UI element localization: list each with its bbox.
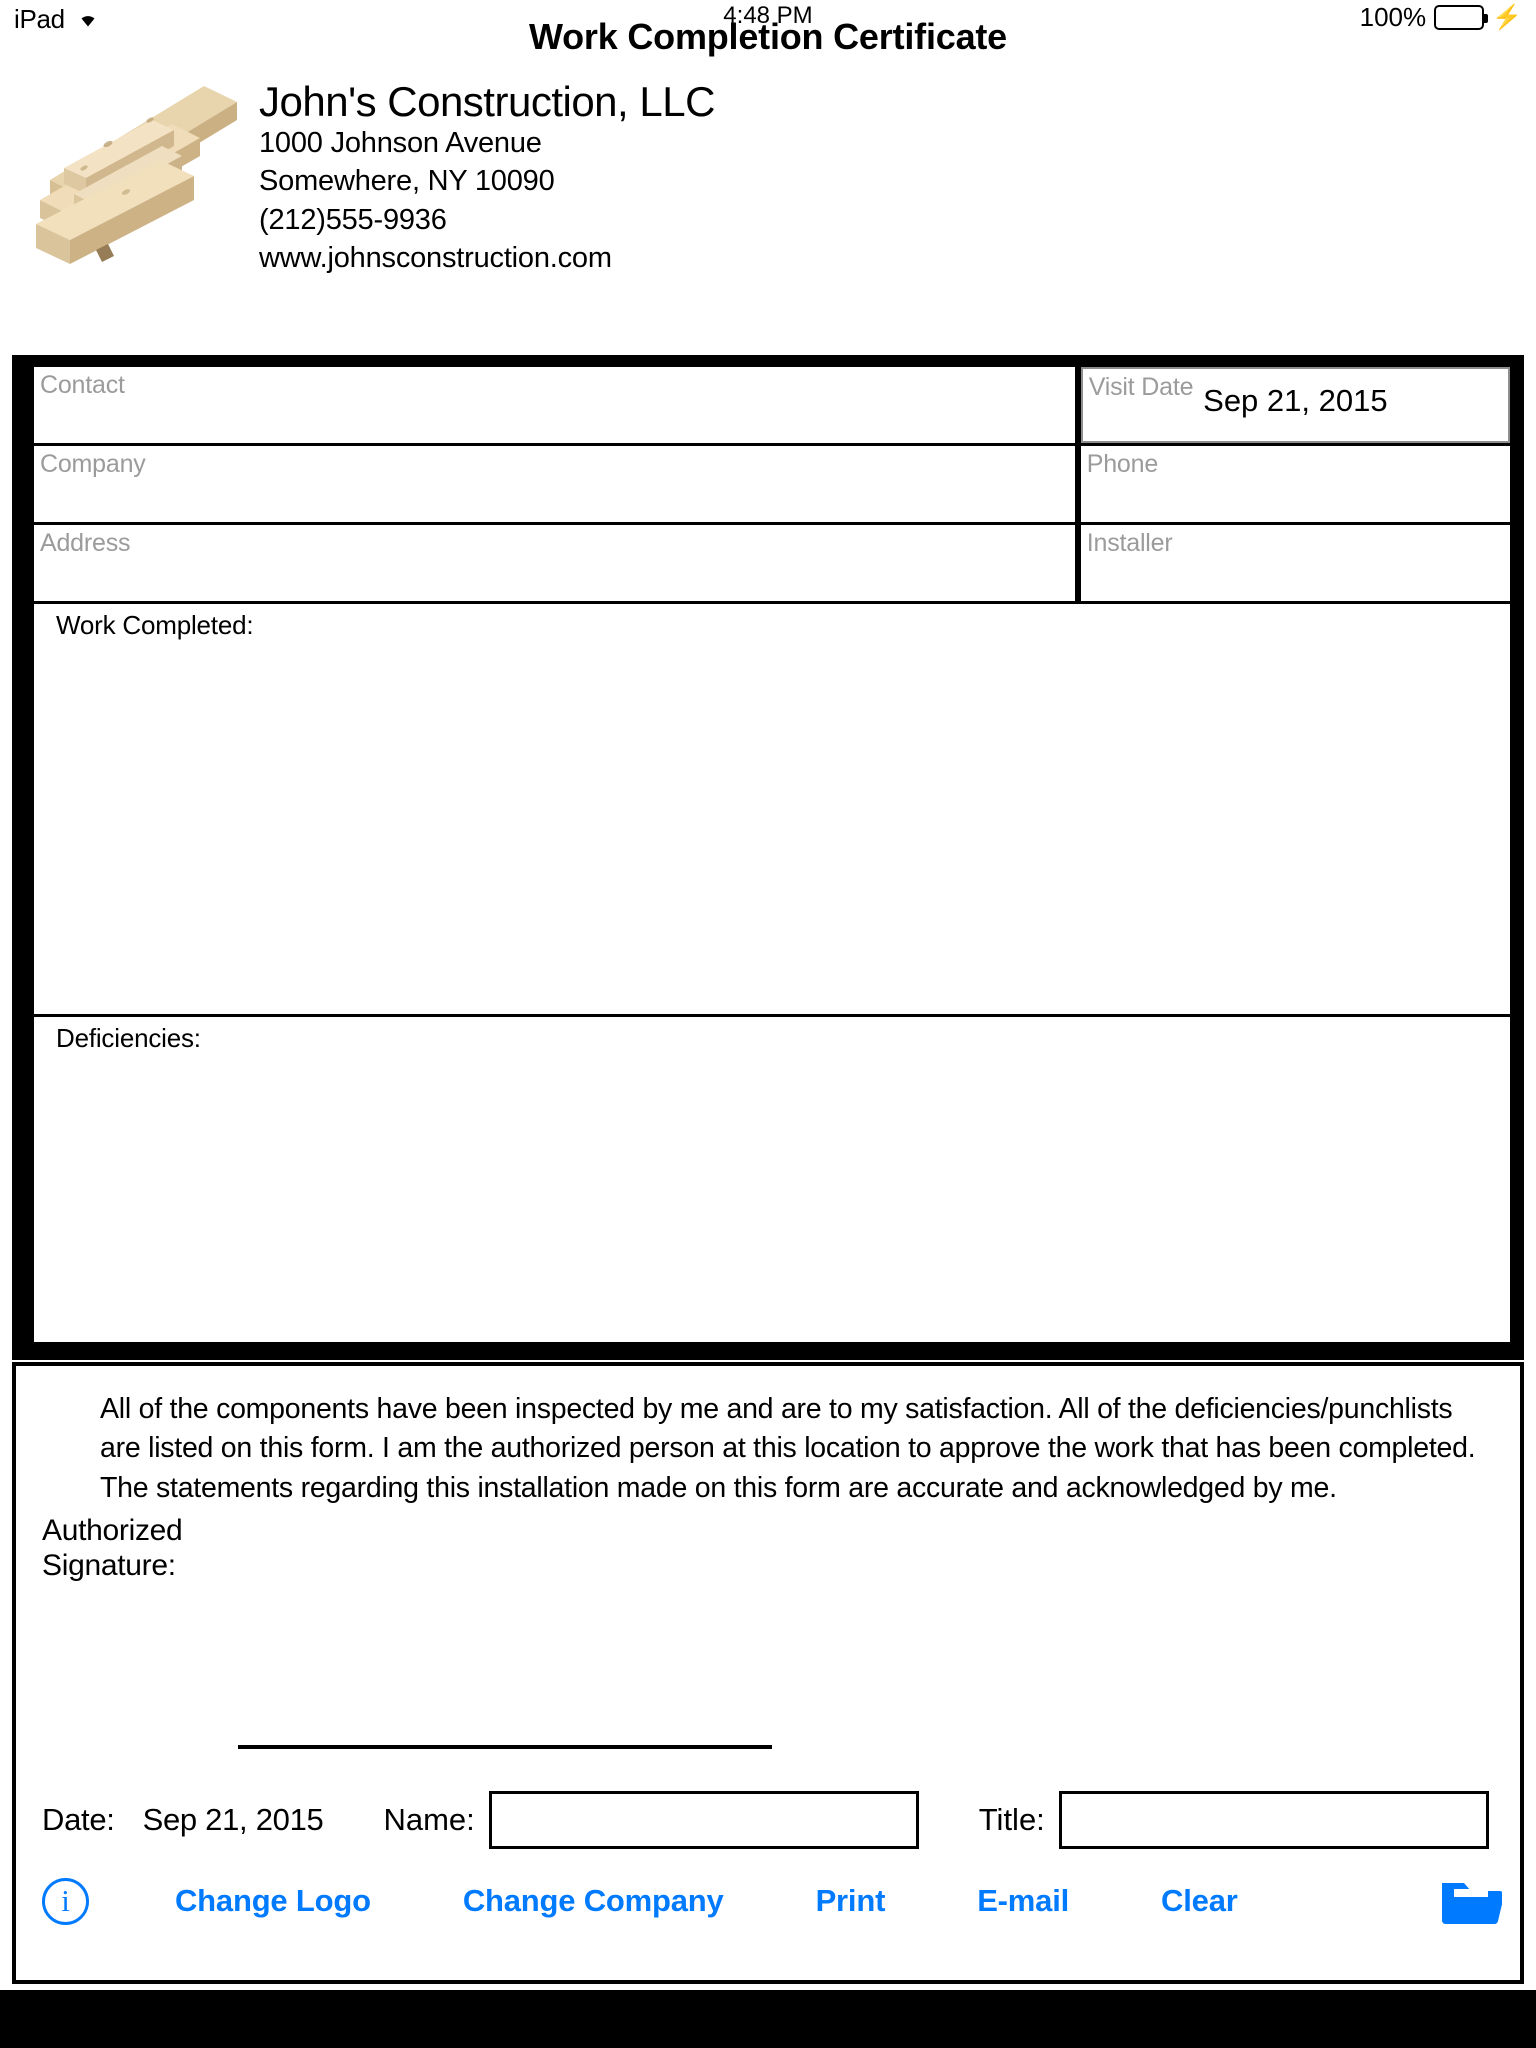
- company-address-line2: Somewhere, NY 10090: [259, 165, 555, 198]
- authorized-signature-label: Authorized Signature:: [42, 1514, 183, 1584]
- work-completed-label: Work Completed:: [56, 610, 254, 640]
- name-label: Name:: [383, 1802, 475, 1837]
- title-label: Title:: [978, 1802, 1045, 1837]
- company-address-line1: 1000 Johnson Avenue: [259, 127, 542, 160]
- contact-field[interactable]: Contact: [34, 367, 1075, 443]
- change-company-button[interactable]: Change Company: [463, 1883, 724, 1919]
- app-root: iPad 4:48 PM 100% ⚡ Work Completion Cert…: [0, 0, 1536, 2048]
- installer-field-placeholder: Installer: [1086, 529, 1173, 557]
- work-completed-field[interactable]: Work Completed:: [34, 604, 1510, 1014]
- form-frame: Contact Company Address Visit Date Sep 2…: [12, 355, 1524, 1360]
- company-header: John's Construction, LLC 1000 Johnson Av…: [22, 68, 715, 277]
- company-name: John's Construction, LLC: [259, 78, 715, 125]
- email-button[interactable]: E-mail: [977, 1883, 1069, 1919]
- phone-field-placeholder: Phone: [1086, 450, 1159, 478]
- print-button[interactable]: Print: [816, 1883, 886, 1919]
- customer-fields-grid: Contact Company Address Visit Date Sep 2…: [34, 367, 1510, 601]
- company-phone: (212)555-9936: [259, 203, 447, 236]
- deficiencies-field[interactable]: Deficiencies:: [34, 1017, 1510, 1342]
- visit-date-field-value: Sep 21, 2015: [1203, 383, 1388, 418]
- change-logo-button[interactable]: Change Logo: [175, 1883, 371, 1919]
- authorized-signature-label-line2: Signature:: [42, 1548, 176, 1582]
- company-info: John's Construction, LLC 1000 Johnson Av…: [259, 68, 715, 277]
- customer-fields-left-column: Contact Company Address: [34, 367, 1075, 601]
- certification-frame: All of the components have been inspecte…: [12, 1362, 1524, 1984]
- signature-line[interactable]: [238, 1745, 772, 1749]
- deficiencies-label: Deficiencies:: [56, 1023, 201, 1053]
- signature-details-row: Date: Sep 21, 2015 Name: Title:: [42, 1791, 1502, 1849]
- company-field-placeholder: Company: [40, 450, 146, 478]
- date-label: Date:: [42, 1802, 115, 1837]
- address-field[interactable]: Address: [34, 525, 1075, 601]
- authorized-signature-label-line1: Authorized: [42, 1514, 183, 1547]
- customer-fields-right-column: Visit Date Sep 21, 2015 Phone Installer: [1080, 367, 1510, 601]
- clear-button[interactable]: Clear: [1161, 1883, 1238, 1919]
- contact-field-placeholder: Contact: [40, 371, 125, 399]
- lumber-stack-logo[interactable]: [22, 68, 247, 268]
- name-input[interactable]: [488, 1791, 919, 1849]
- phone-field[interactable]: Phone: [1080, 446, 1510, 522]
- visit-date-field[interactable]: Visit Date Sep 21, 2015: [1080, 367, 1510, 443]
- title-input[interactable]: [1058, 1791, 1489, 1849]
- certification-statement: All of the components have been inspecte…: [100, 1393, 1476, 1504]
- company-website: www.johnsconstruction.com: [259, 241, 612, 274]
- certification-inner: All of the components have been inspecte…: [16, 1366, 1520, 1980]
- info-circle-icon[interactable]: i: [42, 1877, 89, 1925]
- bottom-toolbar: i Change Logo Change Company Print E-mai…: [42, 1868, 1503, 1934]
- date-value[interactable]: Sep 21, 2015: [143, 1802, 324, 1838]
- company-field[interactable]: Company: [34, 446, 1075, 522]
- address-field-placeholder: Address: [40, 529, 131, 557]
- page-title: Work Completion Certificate: [529, 16, 1007, 57]
- folder-icon[interactable]: [1440, 1873, 1503, 1930]
- installer-field[interactable]: Installer: [1080, 525, 1510, 601]
- bottom-black-strip: [0, 1990, 1536, 2048]
